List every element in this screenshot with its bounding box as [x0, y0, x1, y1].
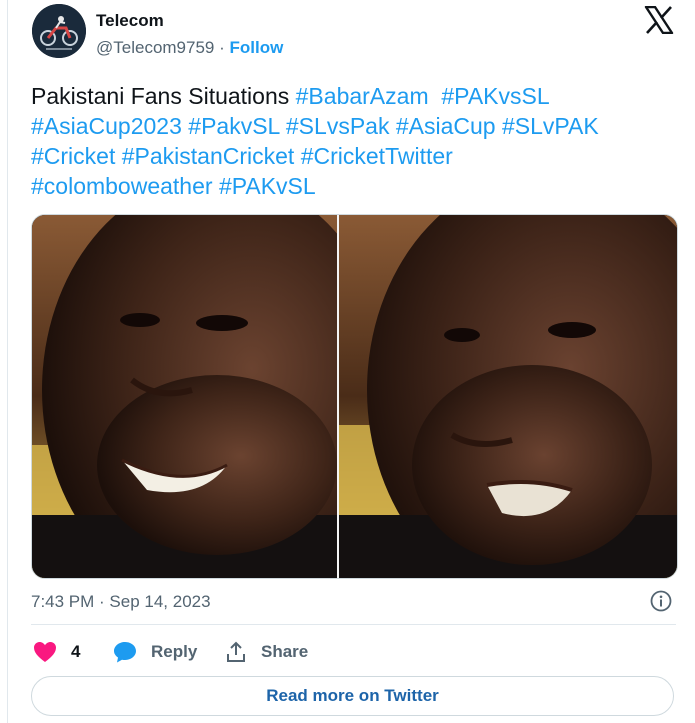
hashtag-link[interactable]: #SLvPAK — [502, 113, 599, 139]
author-handle-line: @Telecom9759 · Follow — [96, 38, 283, 58]
hashtag-link[interactable]: #AsiaCup2023 — [31, 113, 182, 139]
heart-icon — [34, 642, 56, 662]
hashtag-link[interactable]: #PakistanCricket — [122, 143, 295, 169]
reply-button[interactable]: Reply — [113, 640, 197, 664]
tweet-timestamp[interactable]: 7:43 PM · Sep 14, 2023 — [31, 592, 211, 612]
handle-separator: · — [214, 38, 230, 57]
reply-label: Reply — [151, 642, 198, 661]
author-handle[interactable]: @Telecom9759 — [96, 38, 214, 57]
share-button[interactable]: Share — [225, 640, 308, 664]
avatar[interactable] — [32, 4, 86, 58]
share-label: Share — [261, 642, 309, 661]
x-logo-icon[interactable] — [644, 5, 674, 35]
hashtag-link[interactable]: #AsiaCup — [396, 113, 496, 139]
hashtag-link[interactable]: #PAKvSL — [219, 173, 316, 199]
read-more-button[interactable]: Read more on Twitter — [31, 676, 674, 716]
author-name[interactable]: Telecom — [96, 11, 164, 31]
page-left-border — [7, 0, 8, 723]
tweet-card: Telecom @Telecom9759 · Follow Pakistani … — [12, 0, 695, 723]
hashtag-link[interactable]: #colomboweather — [31, 173, 213, 199]
like-button[interactable]: 4 — [33, 640, 80, 664]
tweet-body-text: Pakistani Fans Situations — [31, 83, 290, 109]
tweet-text: Pakistani Fans Situations #BabarAzam #PA… — [31, 81, 661, 201]
follow-button[interactable]: Follow — [230, 38, 284, 57]
like-count: 4 — [71, 642, 81, 661]
info-icon[interactable] — [650, 590, 672, 612]
divider — [31, 624, 676, 625]
hashtag-link[interactable]: #CricketTwitter — [301, 143, 453, 169]
hashtag-link[interactable]: #PAKvsSL — [441, 83, 549, 109]
hashtag-link[interactable]: #SLvsPak — [286, 113, 390, 139]
tweet-media-image[interactable] — [31, 214, 678, 579]
hashtag-link[interactable]: #PakvSL — [188, 113, 279, 139]
hashtag-link[interactable]: #Cricket — [31, 143, 115, 169]
share-icon — [227, 641, 245, 662]
reply-bubble-icon — [114, 642, 136, 663]
hashtag-link[interactable]: #BabarAzam — [296, 83, 429, 109]
